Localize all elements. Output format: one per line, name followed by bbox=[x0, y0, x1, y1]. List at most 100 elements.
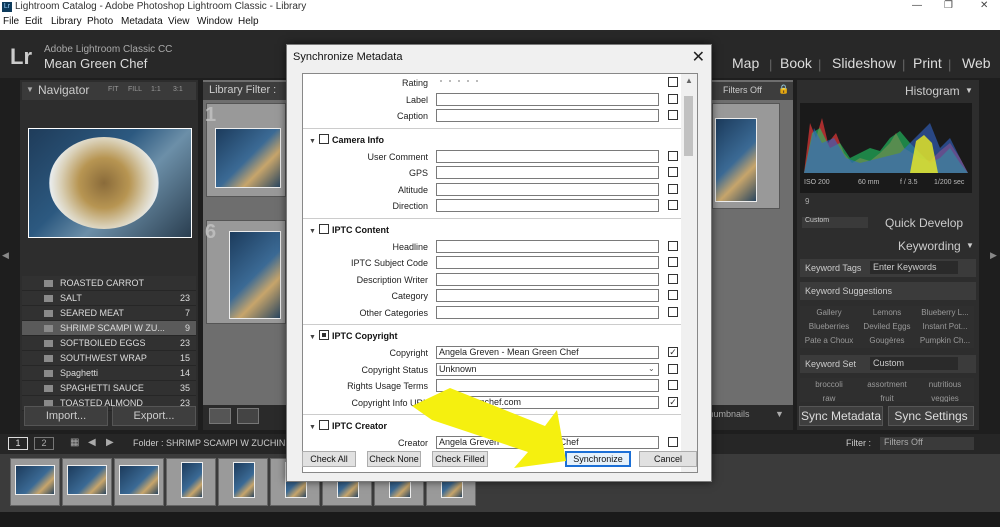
maximize-button[interactable]: ❐ bbox=[944, 0, 953, 11]
keyword-suggestion[interactable]: Lemons bbox=[858, 306, 916, 320]
keyword-suggestion[interactable]: Gallery bbox=[800, 306, 858, 320]
menu-library[interactable]: Library bbox=[51, 16, 82, 27]
field-checkbox[interactable] bbox=[668, 273, 678, 284]
menu-help[interactable]: Help bbox=[238, 16, 259, 27]
main-window-button[interactable]: 1 bbox=[8, 437, 28, 450]
synchronize-button[interactable]: Synchronize bbox=[565, 451, 631, 467]
grid-view-icon[interactable] bbox=[209, 408, 231, 424]
keyword-suggestion[interactable]: Blueberry L... bbox=[916, 306, 974, 320]
zoom-1-1[interactable]: 1:1 bbox=[151, 86, 161, 93]
folder-row[interactable]: SALT 23 bbox=[22, 291, 196, 306]
section-header[interactable]: ▼ Camera Info bbox=[309, 133, 384, 145]
histogram-chart[interactable]: ISO 200 60 mm f / 3.5 1/200 sec bbox=[800, 103, 972, 193]
keyword-set-item[interactable]: fruit bbox=[858, 392, 916, 402]
field-input[interactable] bbox=[436, 199, 659, 212]
scrollbar-thumb[interactable] bbox=[684, 96, 693, 156]
menu-photo[interactable]: Photo bbox=[87, 16, 113, 27]
section-header[interactable]: ▼ IPTC Content bbox=[309, 223, 389, 235]
keyword-set-item[interactable]: broccoli bbox=[800, 378, 858, 392]
check-filled-button[interactable]: Check Filled bbox=[432, 451, 488, 467]
collapse-triangle-icon[interactable]: ▼ bbox=[309, 334, 319, 341]
keyword-set-item[interactable]: raw bbox=[800, 392, 858, 402]
keyword-suggestion[interactable]: Blueberries bbox=[800, 320, 858, 334]
grid-icon[interactable]: ▦ bbox=[70, 437, 79, 448]
field-input[interactable] bbox=[436, 92, 659, 106]
section-header[interactable]: ▼ IPTC Copyright bbox=[309, 330, 398, 341]
rating-star-icon[interactable] bbox=[458, 80, 460, 82]
field-checkbox[interactable] bbox=[668, 167, 678, 177]
menu-edit[interactable]: Edit bbox=[25, 16, 42, 27]
forward-arrow-icon[interactable]: ▶ bbox=[106, 437, 114, 448]
keyword-set-item[interactable]: assortment bbox=[858, 378, 916, 392]
check-none-button[interactable]: Check None bbox=[367, 451, 421, 467]
keyword-suggestion[interactable]: Instant Pot... bbox=[916, 320, 974, 334]
field-checkbox[interactable] bbox=[668, 183, 678, 194]
rating-star-icon[interactable] bbox=[449, 80, 451, 82]
export-button[interactable]: Export... bbox=[112, 406, 196, 426]
field-checkbox[interactable] bbox=[668, 150, 678, 161]
folder-row[interactable]: SEARED MEAT 7 bbox=[22, 306, 196, 321]
field-input[interactable] bbox=[436, 379, 659, 392]
folder-row[interactable]: Spaghetti 14 bbox=[22, 366, 196, 381]
field-checkbox[interactable] bbox=[668, 306, 678, 317]
collapse-triangle-icon[interactable]: ▼ bbox=[309, 424, 319, 431]
metadata-scroll-area[interactable]: Rating Label Caption ▼ Camera Info User Comme… bbox=[302, 73, 698, 473]
module-print[interactable]: Print bbox=[913, 55, 942, 71]
lock-icon[interactable]: 🔒 bbox=[778, 84, 789, 95]
field-input[interactable]: Angela Greven - Mean Green Chef bbox=[436, 436, 659, 449]
dialog-close-icon[interactable]: ✕ bbox=[692, 47, 705, 67]
field-checkbox[interactable] bbox=[668, 77, 678, 87]
rating-star-icon[interactable] bbox=[440, 80, 442, 82]
left-panel-toggle-icon[interactable]: ◀ bbox=[2, 250, 9, 261]
keywording-header[interactable]: Keywording ▼ bbox=[800, 238, 976, 256]
menu-file[interactable]: File bbox=[3, 16, 19, 27]
field-input[interactable] bbox=[436, 272, 659, 286]
field-input[interactable] bbox=[436, 289, 659, 302]
keyword-suggestion[interactable]: Pate a Choux bbox=[800, 334, 858, 348]
section-checkbox[interactable] bbox=[319, 223, 329, 234]
keyword-suggestions-header[interactable]: Keyword Suggestions bbox=[800, 282, 976, 300]
rating-star-icon[interactable] bbox=[476, 80, 478, 82]
navigator-preview-image[interactable] bbox=[28, 128, 192, 238]
field-input[interactable] bbox=[436, 305, 659, 319]
section-header[interactable]: ▼ IPTC Creator bbox=[309, 420, 387, 431]
filmstrip-thumbnail[interactable] bbox=[62, 458, 112, 506]
module-map[interactable]: Map bbox=[732, 55, 759, 71]
navigator-header[interactable]: ▼ Navigator FIT FILL 1:1 3:1 bbox=[22, 82, 196, 100]
field-checkbox[interactable] bbox=[668, 380, 678, 390]
check-all-button[interactable]: Check All bbox=[302, 451, 356, 467]
sync-settings-button[interactable]: Sync Settings bbox=[888, 406, 974, 426]
field-input[interactable]: Angela Greven - Mean Green Chef bbox=[436, 346, 659, 359]
section-checkbox[interactable] bbox=[319, 420, 329, 430]
field-checkbox[interactable] bbox=[668, 93, 678, 104]
minimize-button[interactable]: — bbox=[912, 0, 922, 11]
filmstrip-thumbnail[interactable] bbox=[10, 458, 60, 506]
zoom-3-1[interactable]: 3:1 bbox=[173, 86, 183, 93]
close-window-button[interactable]: ✕ bbox=[980, 0, 988, 11]
import-button[interactable]: Import... bbox=[24, 406, 108, 426]
field-checkbox[interactable] bbox=[668, 200, 678, 210]
field-input[interactable] bbox=[436, 149, 659, 163]
keyword-set-item[interactable]: nutritious bbox=[916, 378, 974, 392]
menu-view[interactable]: View bbox=[168, 16, 190, 27]
module-slideshow[interactable]: Slideshow bbox=[832, 55, 896, 71]
folder-row[interactable]: ROASTED CARROT bbox=[22, 276, 196, 291]
grid-cell[interactable]: 1 bbox=[205, 103, 286, 197]
zoom-fit[interactable]: FIT bbox=[108, 86, 119, 93]
quick-develop-header[interactable]: Custom Quick Develop bbox=[800, 215, 976, 233]
sync-metadata-button[interactable]: Sync Metadata bbox=[799, 406, 883, 426]
module-web[interactable]: Web bbox=[962, 55, 991, 71]
folder-row[interactable]: SOFTBOILED EGGS 23 bbox=[22, 336, 196, 351]
menu-window[interactable]: Window bbox=[197, 16, 233, 27]
toolbar-menu-icon[interactable]: ▼ bbox=[775, 409, 784, 419]
grid-cell[interactable]: 6 bbox=[205, 220, 286, 324]
keyword-suggestion[interactable]: Pumpkin Ch... bbox=[916, 334, 974, 348]
field-checkbox[interactable]: ✓ bbox=[668, 396, 678, 407]
field-checkbox[interactable] bbox=[668, 363, 678, 374]
field-checkbox[interactable]: ✓ bbox=[668, 347, 678, 357]
collapse-triangle-icon[interactable]: ▼ bbox=[309, 138, 319, 145]
module-book[interactable]: Book bbox=[780, 55, 812, 71]
filters-off-dropdown[interactable]: Filters Off bbox=[723, 85, 762, 95]
filmstrip-thumbnail[interactable] bbox=[218, 458, 268, 506]
zoom-fill[interactable]: FILL bbox=[128, 86, 142, 93]
